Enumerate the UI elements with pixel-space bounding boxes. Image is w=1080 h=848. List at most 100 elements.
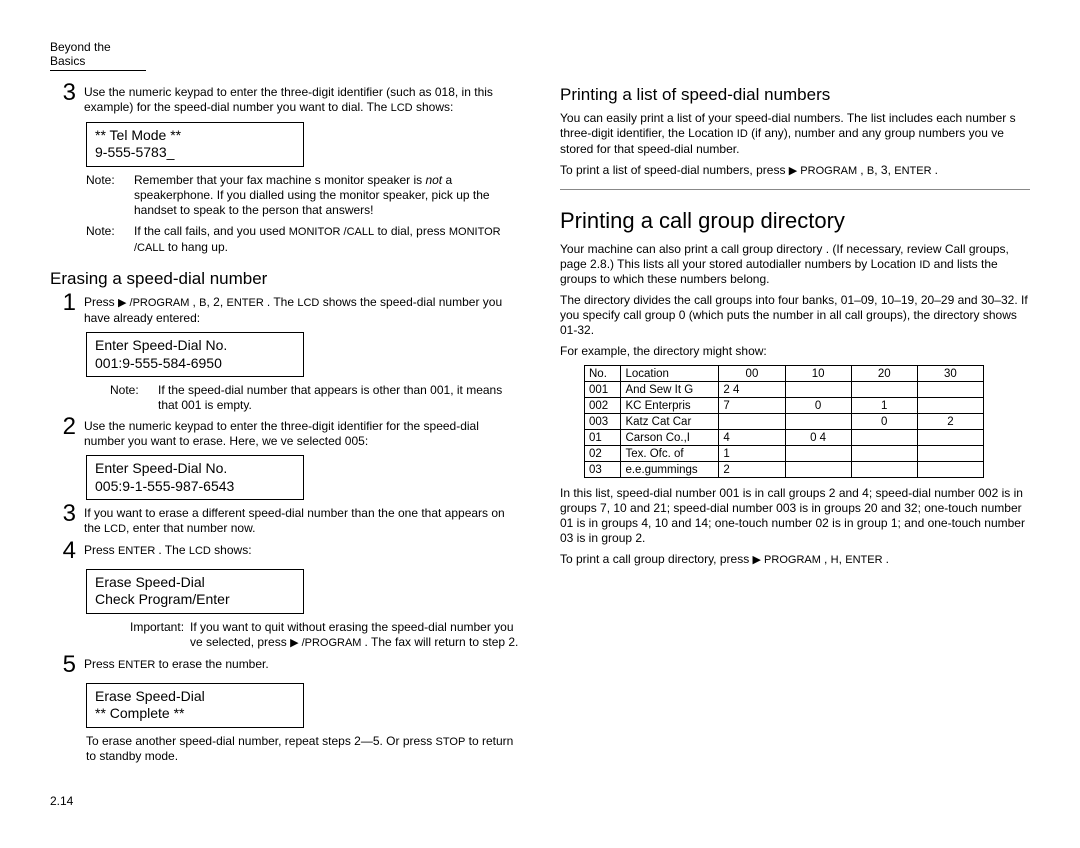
lcd-line: Enter Speed-Dial No. (95, 460, 295, 478)
page-number: 2.14 (50, 794, 520, 808)
table-cell: 1 (851, 398, 917, 414)
step-text: Press ▶ /PROGRAM , B, 2, ENTER . The LCD… (84, 295, 520, 326)
lcd-display: Erase Speed-Dial Check Program/Enter (86, 569, 304, 614)
paragraph: To print a call group directory, press ▶… (560, 552, 1030, 568)
erase-step-2: 2 Use the numeric keypad to enter the th… (50, 419, 520, 449)
table-cell: 03 (585, 462, 621, 478)
step-number: 5 (50, 653, 76, 677)
text: , (824, 552, 831, 566)
step-text: If you want to erase a different speed-d… (84, 506, 520, 537)
table-header: 10 (785, 366, 851, 382)
step-number: 1 (50, 291, 76, 326)
table-header: 20 (851, 366, 917, 382)
table-cell: And Sew It G (621, 382, 719, 398)
table-cell (851, 446, 917, 462)
key-label: ENTER (227, 297, 267, 309)
note-label: Note: (86, 173, 134, 218)
text: . (886, 552, 889, 566)
table-row: 03 e.e.gummings 2 (585, 462, 984, 478)
table-cell: 003 (585, 414, 621, 430)
text-italic: not (425, 173, 442, 187)
paragraph: You can easily print a list of your spee… (560, 111, 1030, 157)
table-cell: Carson Co.,I (621, 430, 719, 446)
table-cell (917, 446, 983, 462)
two-column-layout: 3 Use the numeric keypad to enter the th… (50, 85, 1030, 808)
table-cell: 2 4 (719, 382, 785, 398)
erase-step-3: 3 If you want to erase a different speed… (50, 506, 520, 537)
id-label: ID (919, 259, 930, 271)
text: . The (158, 543, 188, 557)
table-row: 01 Carson Co.,I 4 0 4 (585, 430, 984, 446)
text: shows: (211, 543, 252, 557)
note-body: If the speed-dial number that appears is… (158, 383, 520, 413)
key-label: ENTER (894, 165, 934, 177)
text: Use the numeric keypad to enter the thre… (84, 85, 435, 99)
key-label: ENTER (118, 659, 155, 671)
directory-table: No. Location 00 10 20 30 001 And Sew It … (584, 365, 984, 478)
table-cell: e.e.gummings (621, 462, 719, 478)
step-number: 4 (50, 539, 76, 563)
table-cell (851, 462, 917, 478)
table-cell: Katz Cat Car (621, 414, 719, 430)
text: To print a list of speed-dial numbers, p… (560, 163, 789, 177)
text: Press (84, 657, 118, 671)
text: Press (84, 543, 118, 557)
table-row: 02 Tex. Ofc. of 1 (585, 446, 984, 462)
text: Remember that your fax machine s monitor… (134, 173, 425, 187)
key-label: ENTER (118, 545, 158, 557)
table-cell: Tex. Ofc. of (621, 446, 719, 462)
page-header: Beyond the Basics (50, 40, 146, 71)
left-column: 3 Use the numeric keypad to enter the th… (50, 85, 520, 808)
lcd-line: Erase Speed-Dial (95, 688, 295, 706)
text: to hang up. (165, 240, 228, 254)
lcd-line: Enter Speed-Dial No. (95, 337, 295, 355)
id-label: ID (737, 128, 748, 140)
lcd-line: ** Complete ** (95, 705, 295, 723)
table-cell: 001 (585, 382, 621, 398)
lcd-line: Check Program/Enter (95, 591, 295, 609)
text: . The (267, 295, 297, 309)
step-text: Use the numeric keypad to enter the thre… (84, 419, 520, 449)
table-cell: 2 (917, 414, 983, 430)
note-label: Note: (110, 383, 158, 413)
text: . (935, 163, 938, 177)
table-cell (785, 382, 851, 398)
table-row: 001 And Sew It G 2 4 (585, 382, 984, 398)
table-cell (917, 462, 983, 478)
table-cell (785, 446, 851, 462)
text: , (874, 163, 881, 177)
lcd-line: 001:9-555-584-6950 (95, 355, 295, 373)
key-label: ENTER (845, 554, 885, 566)
table-row: 002 KC Enterpris 7 0 1 (585, 398, 984, 414)
lcd-display: Enter Speed-Dial No. 001:9-555-584-6950 (86, 332, 304, 377)
lcd-label: LCD (104, 523, 126, 535)
note: Note: If the speed-dial number that appe… (110, 383, 520, 413)
table-cell: 02 (585, 446, 621, 462)
key-label: ▶ /PROGRAM (290, 637, 364, 649)
key-label: ▶ /PROGRAM (118, 297, 192, 309)
lcd-label: LCD (391, 102, 413, 114)
table-row: 003 Katz Cat Car 0 2 (585, 414, 984, 430)
callgroup-heading: Printing a call group directory (560, 208, 1030, 234)
paragraph: Your machine can also print a call group… (560, 242, 1030, 288)
lcd-line: 005:9-1-555-987-6543 (95, 478, 295, 496)
text: If the speed-dial number that appears is… (158, 383, 430, 397)
note-label: Important: (130, 620, 190, 651)
text: 001 (430, 383, 450, 397)
paragraph: In this list, speed-dial number 001 is i… (560, 486, 1030, 546)
key-label: STOP (436, 736, 466, 748)
divider (560, 189, 1030, 190)
key-label: ▶ PROGRAM (753, 554, 824, 566)
key-label: B (199, 297, 206, 309)
lcd-label: LCD (189, 545, 211, 557)
lcd-display: ** Tel Mode ** 9-555-5783_ (86, 122, 304, 167)
table-cell (917, 398, 983, 414)
table-cell: 7 (719, 398, 785, 414)
print-list-heading: Printing a list of speed-dial numbers (560, 85, 1030, 105)
key-label: 2 (213, 295, 220, 309)
table-cell: 1 (719, 446, 785, 462)
table-cell (851, 430, 917, 446)
important-note: Important: If you want to quit without e… (130, 620, 520, 651)
step-number: 3 (50, 502, 76, 537)
footer-text: To erase another speed-dial number, repe… (86, 734, 520, 765)
